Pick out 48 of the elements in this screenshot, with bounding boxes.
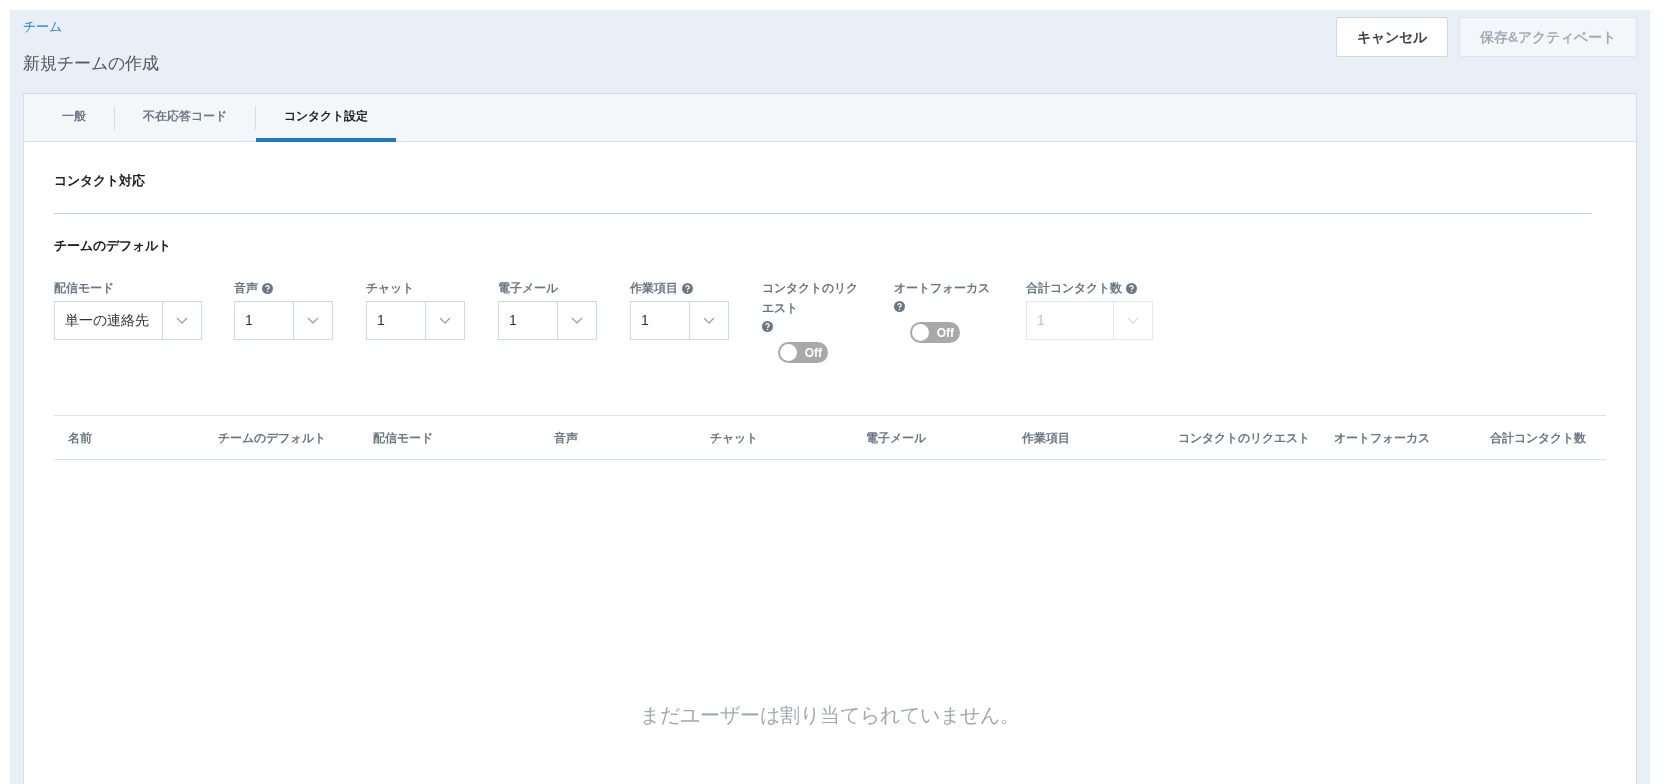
help-icon[interactable] <box>262 282 273 294</box>
subsection-title: チームのデフォルト <box>54 237 172 255</box>
select-field[interactable]: 1 <box>498 301 597 340</box>
select-value: 1 <box>376 311 386 330</box>
page-title: 新規チームの作成 <box>23 53 159 75</box>
select-field[interactable]: 単一の連絡先 <box>54 301 202 340</box>
empty-message: まだユーザーは割り当てられていません。 <box>640 703 1020 728</box>
select-field[interactable]: 1 <box>630 301 729 340</box>
field-label: 作業項目 <box>630 280 678 297</box>
section-title: コンタクト対応 <box>54 172 146 190</box>
column-header: チームのデフォルト <box>217 429 327 447</box>
field-label: 合計コンタクト数 <box>1026 280 1122 297</box>
select-value: 単一の連絡先 <box>64 311 150 330</box>
column-header: チャット <box>709 429 759 447</box>
help-icon[interactable] <box>682 282 693 294</box>
field-label: コンタクトのリクエスト <box>762 280 859 317</box>
help-icon[interactable] <box>762 321 773 332</box>
column-header: 合計コンタクト数 <box>1489 429 1587 447</box>
select-value: 1 <box>1036 311 1046 330</box>
column-header: オートフォーカス <box>1333 429 1431 447</box>
header-button[interactable]: キャンセル <box>1335 17 1448 57</box>
column-header: 配信モード <box>372 429 434 447</box>
field-label: 音声 <box>234 280 258 297</box>
breadcrumb-link[interactable]: チーム <box>23 18 159 36</box>
chevron-down-icon <box>1127 317 1139 324</box>
column-header: 電子メール <box>865 429 927 447</box>
tab[interactable]: 不在応答コード <box>115 93 255 142</box>
field-label: チャット <box>366 280 414 297</box>
chevron-down-icon <box>176 317 188 324</box>
column-header: 作業項目 <box>1021 429 1071 447</box>
chevron-down-icon <box>703 317 715 324</box>
help-icon[interactable] <box>894 301 905 312</box>
select-value: 1 <box>508 311 518 330</box>
tab[interactable]: 一般 <box>34 93 114 142</box>
field-label: 配信モード <box>54 280 114 297</box>
select-field[interactable]: 1 <box>366 301 465 340</box>
tab[interactable]: コンタクト設定 <box>256 93 396 142</box>
column-header: 音声 <box>553 429 579 447</box>
field-label: 電子メール <box>498 280 558 297</box>
column-header: 名前 <box>67 429 93 447</box>
column-header: コンタクトのリクエスト <box>1177 429 1311 447</box>
chevron-down-icon <box>439 317 451 324</box>
select-value: 1 <box>244 311 254 330</box>
select-field[interactable]: 1 <box>234 301 333 340</box>
field-label: オートフォーカス <box>894 280 991 297</box>
select-value: 1 <box>640 311 650 330</box>
chevron-down-icon <box>307 317 319 324</box>
chevron-down-icon <box>571 317 583 324</box>
